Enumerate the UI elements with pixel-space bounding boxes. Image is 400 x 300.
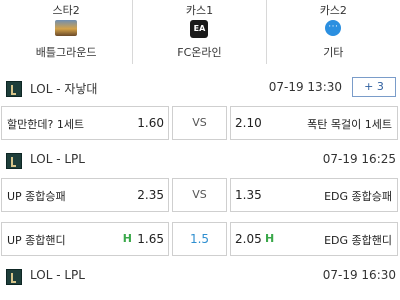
home-odd: 1.65 [137, 232, 164, 246]
home-handicap-bet-button[interactable]: UP 종합핸디 H 1.65 [1, 222, 169, 256]
category-top-label[interactable]: 스타2 [0, 2, 132, 18]
category-bottom-label[interactable]: FC온라인 [133, 44, 265, 60]
more-markets-button[interactable]: + 3 [352, 77, 396, 97]
league-name: LOL - LPL [30, 152, 85, 166]
bet-row: UP 종합승패 2.35 VS 1.35 EDG 종합승패 [0, 178, 400, 212]
match-datetime: 07-19 13:30 [268, 80, 342, 94]
lol-logo-icon [6, 269, 22, 285]
away-team: EDG 종합승패 [324, 190, 392, 203]
home-team: UP 종합승패 [7, 190, 66, 203]
away-bet-button[interactable]: 2.10 폭탄 목걸이 1세트 [230, 106, 398, 140]
category-starcraft-battleground[interactable]: 스타2 배틀그라운드 [0, 0, 134, 64]
category-top-label[interactable]: 카스1 [133, 2, 265, 18]
draw-cell: VS [172, 178, 227, 212]
lol-logo-icon [6, 81, 22, 97]
draw-cell: VS [172, 106, 227, 140]
category-bottom-label[interactable]: 기타 [267, 44, 400, 60]
vs-label: VS [192, 116, 207, 129]
category-bottom-label[interactable]: 배틀그라운드 [0, 44, 132, 60]
handicap-value: 1.5 [189, 232, 210, 246]
home-bet-button[interactable]: UP 종합승패 2.35 [1, 178, 169, 212]
away-handicap-bet-button[interactable]: 2.05 H EDG 종합핸디 [230, 222, 398, 256]
match-header: LOL - LPL 07-19 16:25 [0, 148, 400, 174]
more-dots-icon: ··· [325, 20, 342, 36]
away-team: 폭탄 목걸이 1세트 [307, 118, 392, 131]
bet-row: UP 종합핸디 H 1.65 1.5 2.05 H EDG 종합핸디 [0, 222, 400, 256]
lol-logo-icon [6, 153, 22, 169]
ea-icon: EA [190, 20, 209, 38]
battleground-icon [55, 20, 78, 36]
match-datetime: 07-19 16:30 [322, 268, 396, 282]
away-bet-button[interactable]: 1.35 EDG 종합승패 [230, 178, 398, 212]
vs-label: VS [192, 188, 207, 201]
category-cs1-fconline[interactable]: 카스1 EA FC온라인 [133, 0, 267, 64]
home-odd: 1.60 [137, 116, 164, 130]
league-name: LOL - 자낳대 [30, 82, 98, 96]
home-odd: 2.35 [137, 188, 164, 202]
handicap-h-icon: H [122, 232, 132, 245]
away-team: EDG 종합핸디 [324, 234, 392, 247]
handicap-cell: 1.5 [172, 222, 227, 256]
category-top-label[interactable]: 카스2 [267, 2, 400, 18]
home-bet-button[interactable]: 할만한데? 1세트 1.60 [1, 106, 169, 140]
bet-row: 할만한데? 1세트 1.60 VS 2.10 폭탄 목걸이 1세트 [0, 106, 400, 140]
home-team: 할만한데? 1세트 [7, 118, 85, 131]
category-bar: 스타2 배틀그라운드 카스1 EA FC온라인 카스2 ··· 기타 [0, 0, 400, 64]
away-odd: 2.10 [235, 116, 262, 130]
match-header: LOL - 자낳대 07-19 13:30 + 3 [0, 76, 400, 102]
league-name: LOL - LPL [30, 268, 85, 282]
away-odd: 2.05 [235, 232, 262, 246]
handicap-h-icon: H [265, 232, 275, 245]
away-odd: 1.35 [235, 188, 262, 202]
match-header: LOL - LPL 07-19 16:30 [0, 264, 400, 290]
category-cs2-other[interactable]: 카스2 ··· 기타 [267, 0, 400, 64]
match-datetime: 07-19 16:25 [322, 152, 396, 166]
home-team: UP 종합핸디 [7, 234, 66, 247]
